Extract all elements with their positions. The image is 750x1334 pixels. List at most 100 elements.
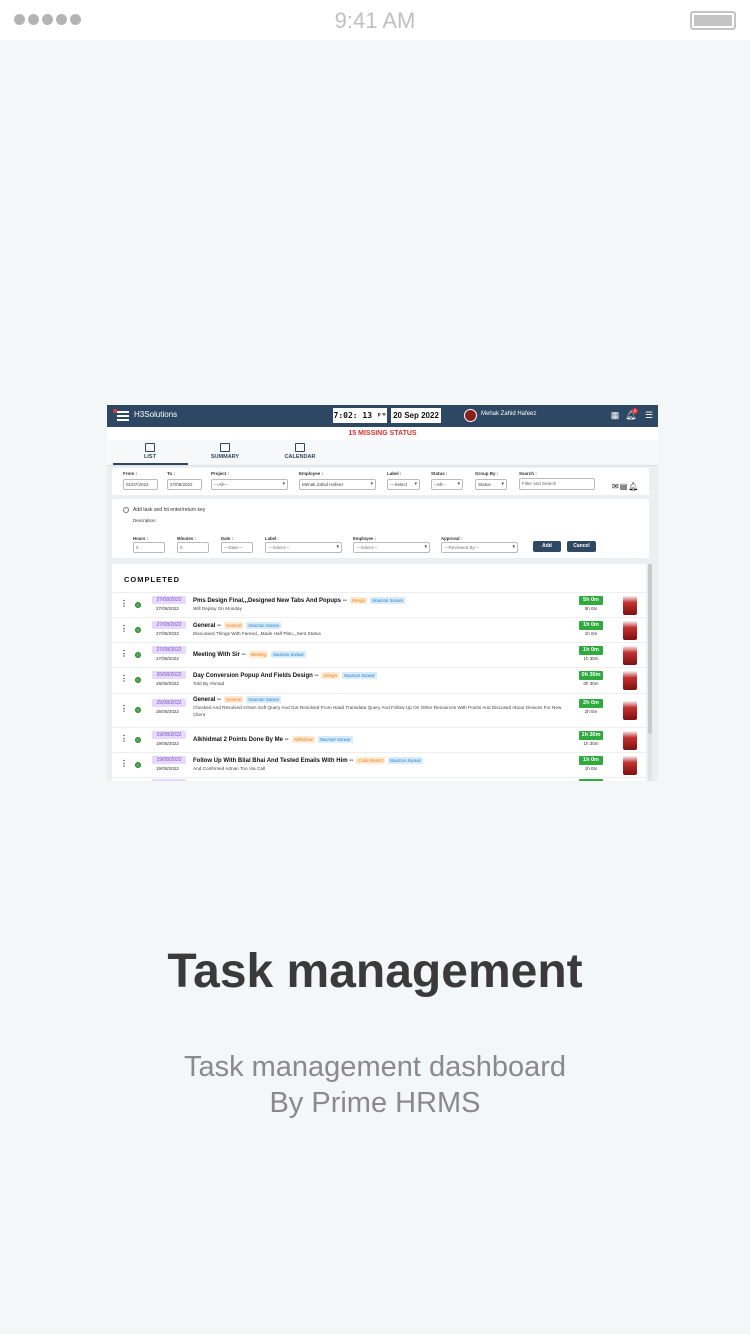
avatar[interactable] xyxy=(623,621,637,640)
hours-input[interactable]: 0 xyxy=(133,542,165,553)
filter-bar: From : 01/07/2022 To : 27/08/2022 Projec… xyxy=(112,468,649,495)
avatar[interactable] xyxy=(464,409,477,422)
status-bar: 9:41 AM xyxy=(0,0,750,40)
to-label: To : xyxy=(167,471,175,476)
duration-total: 1h 30m xyxy=(583,656,599,661)
date-chip: 25/08/2022 xyxy=(152,699,186,707)
task-row[interactable]: ⋮ 19/08/2022 19/08/2022 Follow Up With B… xyxy=(112,752,646,777)
pdf-icon[interactable]: ▤ xyxy=(620,482,629,491)
approval-select[interactable]: ---Reviewed By--- xyxy=(441,542,518,553)
more-options-icon[interactable]: ⋮ xyxy=(120,674,128,683)
status-time: 9:41 AM xyxy=(334,8,416,33)
brand-name: H3Solutions xyxy=(134,410,178,419)
hours-label: Hours : xyxy=(133,536,149,541)
task-description: Checked And Resolved Arham Soft Query An… xyxy=(193,705,562,717)
more-options-icon[interactable]: ⋮ xyxy=(120,649,128,658)
list-menu-icon[interactable]: ☰ xyxy=(644,410,654,421)
task-employee-label: Employee : xyxy=(353,536,376,541)
task-row[interactable]: ⋮ 25/08/2022 25/08/2022 General -- Genera… xyxy=(112,693,646,727)
task-row[interactable]: ⋮ 27/08/2022 27/08/2022 General -- Genera… xyxy=(112,617,646,642)
task-description: And Confirmed Adnan Too Via Call xyxy=(193,766,266,771)
task-description: Discussed Things With Fareed,,,Made Half… xyxy=(193,631,321,636)
mail-icon[interactable]: ✉ xyxy=(612,482,620,491)
add-task-radio[interactable] xyxy=(123,507,129,513)
user-name[interactable]: Mehak Zahid Hafeez xyxy=(481,411,536,417)
add-task-input[interactable]: Add task and hit enter/return key xyxy=(133,507,205,513)
task-row-partial xyxy=(112,777,646,781)
menu-icon[interactable] xyxy=(117,411,129,421)
avatar[interactable] xyxy=(623,756,637,775)
view-tabs: LIST SUMMARY CALENDAR xyxy=(107,440,658,466)
approval-label: Approval : xyxy=(441,536,463,541)
list-icon xyxy=(145,443,155,452)
task-row[interactable]: ⋮ 19/08/2022 19/08/2022 Alkhidmat 2 Poin… xyxy=(112,727,646,752)
duration-total: 1h 0m xyxy=(584,631,598,636)
date-chip: 19/08/2022 xyxy=(152,731,186,739)
to-date-input[interactable]: 27/08/2022 xyxy=(167,479,202,490)
status-dot xyxy=(135,762,141,768)
project-select[interactable]: ---All--- xyxy=(211,479,288,490)
cancel-button[interactable]: Cancel xyxy=(567,541,596,552)
task-label-select[interactable]: ---Select--- xyxy=(265,542,342,553)
task-row[interactable]: ⋮ 27/08/2022 27/08/2022 Pms Design Final… xyxy=(112,592,646,617)
assignee-tag: Nouman Sarwar xyxy=(387,757,423,764)
alert-icon[interactable]: 🔔︎ xyxy=(628,482,639,491)
label-select[interactable]: ---Select xyxy=(387,479,420,490)
search-input[interactable]: Filter and Search xyxy=(519,478,595,490)
task-title: Follow Up With Bilal Bhai And Tested Ema… xyxy=(193,757,423,765)
scrollbar-thumb[interactable] xyxy=(648,564,652,734)
assignee-tag: Nouman Sarwar xyxy=(270,651,306,658)
task-title: Day Conversion Popup And Fields Design -… xyxy=(193,672,377,680)
tab-calendar[interactable]: CALENDAR xyxy=(270,443,330,460)
duration-total: 0h 30m xyxy=(583,681,599,686)
scrollbar[interactable] xyxy=(648,564,652,781)
more-options-icon[interactable]: ⋮ xyxy=(120,599,128,608)
avatar[interactable] xyxy=(623,646,637,665)
project-label: Project : xyxy=(211,471,230,476)
task-date: 27/08/2022 xyxy=(156,656,179,661)
add-button[interactable]: Add xyxy=(533,541,561,552)
task-row[interactable]: ⋮ 26/08/2022 26/08/2022 Day Conversion P… xyxy=(112,667,646,693)
tab-summary[interactable]: SUMMARY xyxy=(195,443,255,460)
duration-badge: 1h 0m xyxy=(579,621,603,630)
from-label: From : xyxy=(123,471,137,476)
missing-status-banner[interactable]: 15 MISSING STATUS xyxy=(107,427,658,440)
avatar[interactable] xyxy=(623,731,637,750)
more-options-icon[interactable]: ⋮ xyxy=(120,759,128,768)
status-dot xyxy=(135,627,141,633)
avatar[interactable] xyxy=(623,671,637,690)
avatar[interactable] xyxy=(623,596,637,615)
more-options-icon[interactable]: ⋮ xyxy=(120,624,128,633)
duration-badge: 0h 30m xyxy=(579,671,603,680)
assignee-tag: Nouman Sarwar xyxy=(246,622,282,629)
task-tag: Alkhidmat xyxy=(291,736,315,743)
avatar[interactable] xyxy=(623,701,637,720)
groupby-select[interactable]: Status xyxy=(475,479,507,490)
duration-badge: 2h 0m xyxy=(579,699,603,708)
battery-icon xyxy=(690,11,736,30)
employee-select[interactable]: Mehak Zahid Hafeez xyxy=(299,479,376,490)
duration-total: 1h 0m xyxy=(584,766,598,771)
task-tag: Meeting xyxy=(248,651,268,658)
duration-badge xyxy=(579,779,603,781)
task-employee-select[interactable]: ---Select--- xyxy=(353,542,430,553)
calendar-icon[interactable]: ▦ xyxy=(610,410,620,421)
status-select[interactable]: --All-- xyxy=(431,479,463,490)
task-row[interactable]: ⋮ 27/08/2022 27/08/2022 Meeting With Sir… xyxy=(112,642,646,667)
search-label: Search : xyxy=(519,471,537,476)
minutes-input[interactable]: 0 xyxy=(177,542,209,553)
more-options-icon[interactable]: ⋮ xyxy=(120,734,128,743)
notification-badge: 0 xyxy=(632,408,638,414)
from-date-input[interactable]: 01/07/2022 xyxy=(123,479,158,490)
assignee-tag: Nouman Sarwar xyxy=(246,696,282,703)
more-options-icon[interactable]: ⋮ xyxy=(120,704,128,713)
task-title: Pms Design Final,,,Designed New Tabs And… xyxy=(193,597,406,605)
task-title: General -- General Nouman Sarwar xyxy=(193,696,282,704)
description-input[interactable]: Description xyxy=(133,518,156,523)
date-input[interactable]: ---Date--- xyxy=(221,542,253,553)
duration-badge: 1h 30m xyxy=(579,731,603,740)
status-dot xyxy=(135,677,141,683)
status-dot xyxy=(135,602,141,608)
tab-list[interactable]: LIST xyxy=(120,443,180,460)
subtitle-line-2: By Prime HRMS xyxy=(269,1087,481,1119)
